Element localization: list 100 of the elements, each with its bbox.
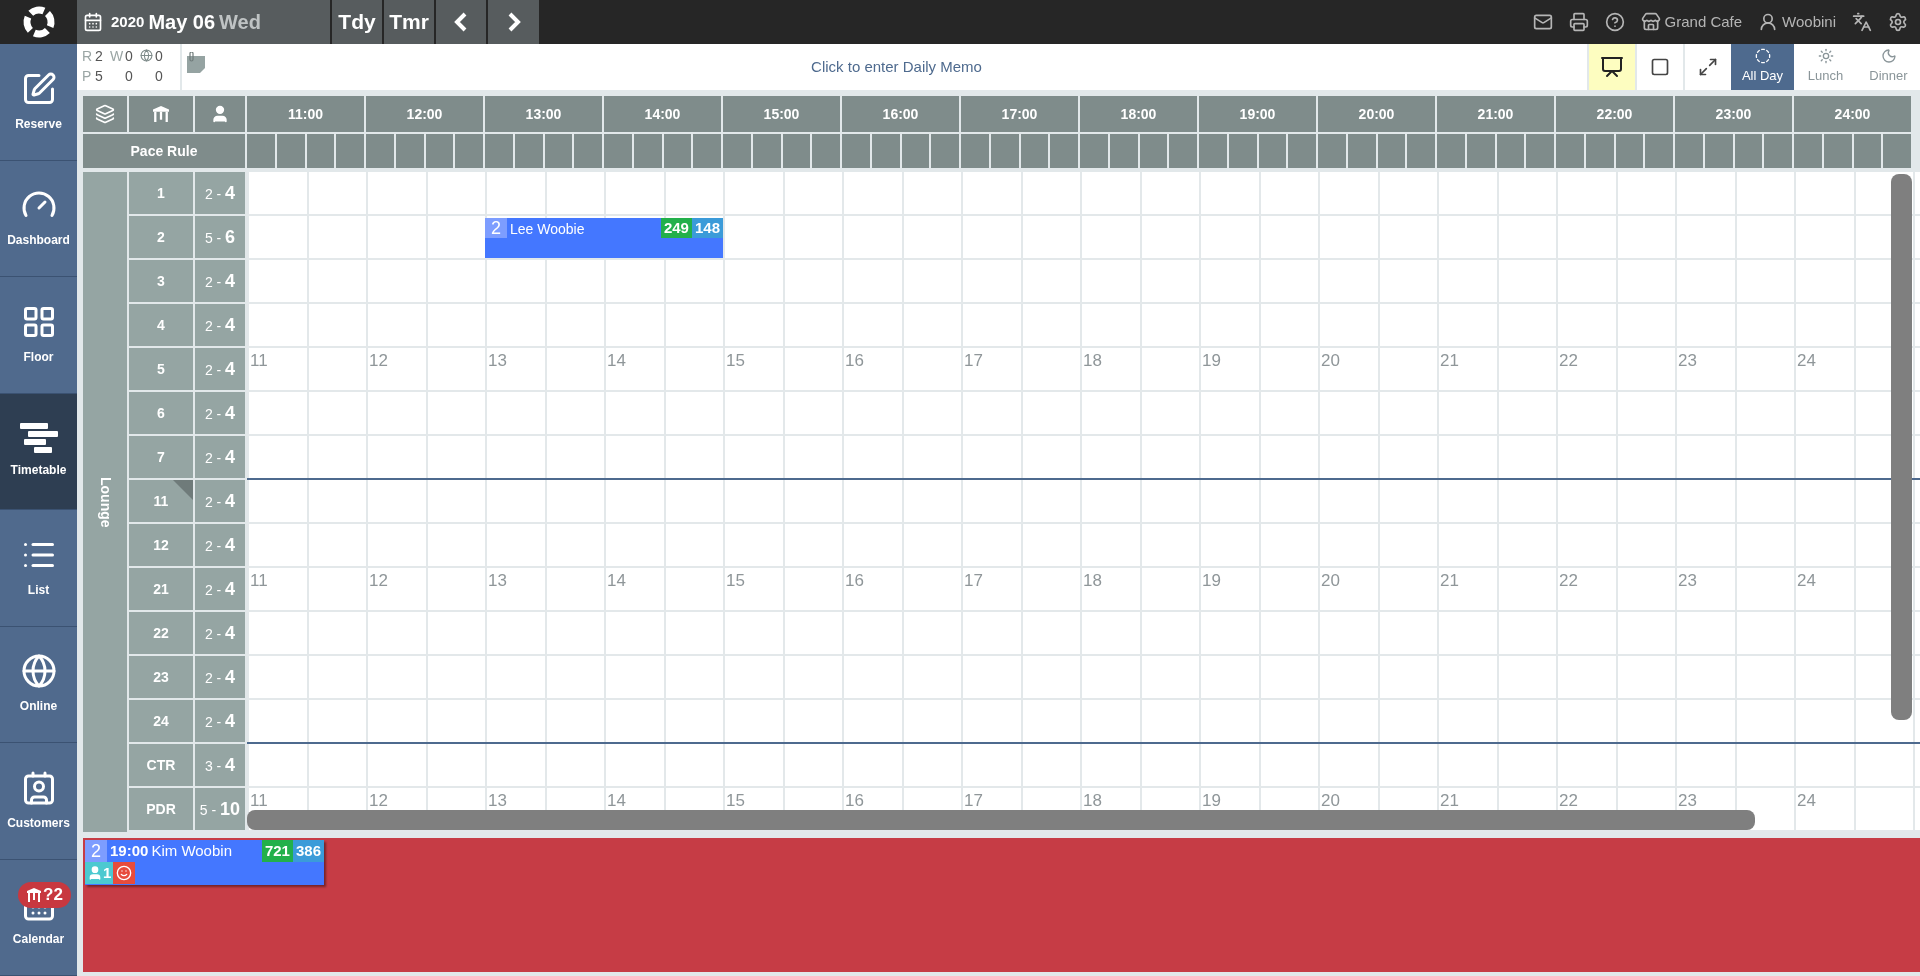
pace-rule-slot[interactable] xyxy=(901,134,930,168)
summary-label: R xyxy=(82,47,94,66)
pace-rule-slot[interactable] xyxy=(990,134,1019,168)
party-size-range: 2 - 4 xyxy=(195,480,245,524)
visit-count-badge: 386 xyxy=(292,840,324,862)
sidebar-item[interactable]: Customers xyxy=(0,743,77,860)
table-header[interactable] xyxy=(129,96,193,132)
sidebar-item[interactable]: List xyxy=(0,510,77,627)
hour-mark: 22 xyxy=(1559,571,1578,590)
sidebar-item[interactable]: Timetable xyxy=(0,393,77,510)
party-size: 2 xyxy=(485,218,507,238)
day-button[interactable]: Tdy xyxy=(332,0,382,44)
waiting-reservation-card[interactable]: 2 19:00 Kim Woobin 721 386 1 xyxy=(85,840,324,885)
view-toggle[interactable] xyxy=(1587,44,1635,90)
pace-rule-slot[interactable] xyxy=(1823,134,1852,168)
calendar-icon xyxy=(83,12,103,32)
account-menu[interactable]: Woobini xyxy=(1750,0,1844,44)
timeline-row[interactable]: 2 Lee Woobie 249 148 xyxy=(247,216,1920,260)
pace-rule-slot[interactable] xyxy=(782,134,811,168)
reservation-slot[interactable] xyxy=(485,218,604,258)
hour-mark: 17 xyxy=(964,791,983,810)
account-menu[interactable]: Grand Cafe xyxy=(1632,0,1751,44)
memo-note-icon[interactable] xyxy=(186,52,206,74)
pace-rule-slot[interactable] xyxy=(544,134,573,168)
hour-mark: 24 xyxy=(1797,571,1816,590)
hour-mark: 12 xyxy=(369,571,388,590)
sidebar-item[interactable]: Reserve xyxy=(0,44,77,161)
date-selector[interactable]: 2020 May 06 Wed xyxy=(77,0,330,44)
vertical-scrollbar[interactable] xyxy=(1891,174,1912,720)
pace-rule-slot[interactable] xyxy=(1496,134,1525,168)
pace-rule-slot[interactable] xyxy=(1347,134,1376,168)
pace-rule-slot[interactable] xyxy=(306,134,335,168)
pace-rule-slot[interactable] xyxy=(1020,134,1049,168)
hour-mark: 21 xyxy=(1440,351,1459,370)
pace-rule-slot[interactable] xyxy=(663,134,692,168)
hour-mark: 11 xyxy=(250,351,268,370)
pace-rule-slot[interactable] xyxy=(1734,134,1763,168)
pace-rule-slot[interactable] xyxy=(1704,134,1733,168)
pace-rule-slot[interactable] xyxy=(276,134,305,168)
guest-name: Lee Woobie xyxy=(510,220,586,239)
table-name[interactable]: PDR xyxy=(129,788,193,832)
pace-rule-slot[interactable] xyxy=(1585,134,1614,168)
timeline-row[interactable] xyxy=(247,700,1920,744)
table-name[interactable]: 4 xyxy=(129,304,193,348)
previous-button[interactable] xyxy=(436,0,486,44)
sidebar-item[interactable]: Calendar ?2 xyxy=(0,859,77,976)
translate-icon xyxy=(1852,12,1872,32)
table-name[interactable]: 1 xyxy=(129,172,193,216)
date-text: May 06 xyxy=(148,10,216,35)
party-size-range: 2 - 4 xyxy=(195,700,245,744)
pace-rule-slot[interactable] xyxy=(752,134,781,168)
app-logo[interactable] xyxy=(21,5,56,39)
table-name[interactable]: 3 xyxy=(129,260,193,304)
party-size-range: 2 - 4 xyxy=(195,260,245,304)
table-name[interactable]: 11 xyxy=(129,480,193,524)
table-name[interactable]: 7 xyxy=(129,436,193,480)
party-size-range: 2 - 4 xyxy=(195,348,245,392)
day-button[interactable]: Tmr xyxy=(384,0,434,44)
party-size-range: 2 - 4 xyxy=(195,656,245,700)
next-button[interactable] xyxy=(488,0,539,44)
pace-rule-slot[interactable] xyxy=(1615,134,1644,168)
timeline-row[interactable]: 11 12 13 14 15 16 17 18 19 20 21 22 23 24 xyxy=(247,568,1920,612)
table-name[interactable]: 6 xyxy=(129,392,193,436)
pace-rule-slot[interactable] xyxy=(633,134,662,168)
table-name[interactable]: 21 xyxy=(129,568,193,612)
layers-header[interactable] xyxy=(83,96,127,132)
table-name[interactable]: 5 xyxy=(129,348,193,392)
chevron-right-icon xyxy=(506,12,521,32)
meal-tab[interactable]: All Day xyxy=(1731,44,1794,90)
sidebar-item[interactable]: Floor xyxy=(0,277,77,394)
pace-rule-slot[interactable] xyxy=(425,134,454,168)
daily-memo-link[interactable]: Click to enter Daily Memo xyxy=(206,44,1587,90)
pace-rule-slot[interactable] xyxy=(1853,134,1882,168)
sidebar-item[interactable]: Dashboard xyxy=(0,160,77,277)
pace-rule-slot[interactable] xyxy=(1258,134,1287,168)
pace-rule-slot[interactable] xyxy=(1466,134,1495,168)
party-size: 2 xyxy=(85,840,107,862)
horizontal-scrollbar[interactable] xyxy=(247,810,1755,830)
guests-header[interactable] xyxy=(195,96,245,132)
timeline-row[interactable]: 11 12 13 14 15 16 17 18 19 20 21 22 23 24 xyxy=(247,348,1920,392)
hour-mark: 12 xyxy=(369,791,388,810)
timeline-row[interactable] xyxy=(247,436,1920,480)
table-name[interactable]: 22 xyxy=(129,612,193,656)
pace-rule-slot[interactable] xyxy=(395,134,424,168)
pace-rule-slot[interactable] xyxy=(514,134,543,168)
pace-rule-slot[interactable] xyxy=(1228,134,1257,168)
pace-rule-slot[interactable] xyxy=(1377,134,1406,168)
hour-mark: 24 xyxy=(1797,351,1816,370)
hour-mark: 11 xyxy=(250,571,268,590)
pace-rule-slot[interactable] xyxy=(871,134,900,168)
table-name[interactable]: CTR xyxy=(129,744,193,788)
table-name[interactable]: 24 xyxy=(129,700,193,744)
hour-mark: 11 xyxy=(250,791,268,810)
table-name[interactable]: 2 xyxy=(129,216,193,260)
pace-rule-slot[interactable] xyxy=(1109,134,1138,168)
hour-mark: 15 xyxy=(726,571,745,590)
sidebar-item[interactable]: Online xyxy=(0,626,77,743)
table-name[interactable]: 23 xyxy=(129,656,193,700)
table-name[interactable]: 12 xyxy=(129,524,193,568)
pace-rule-slot[interactable] xyxy=(1139,134,1168,168)
